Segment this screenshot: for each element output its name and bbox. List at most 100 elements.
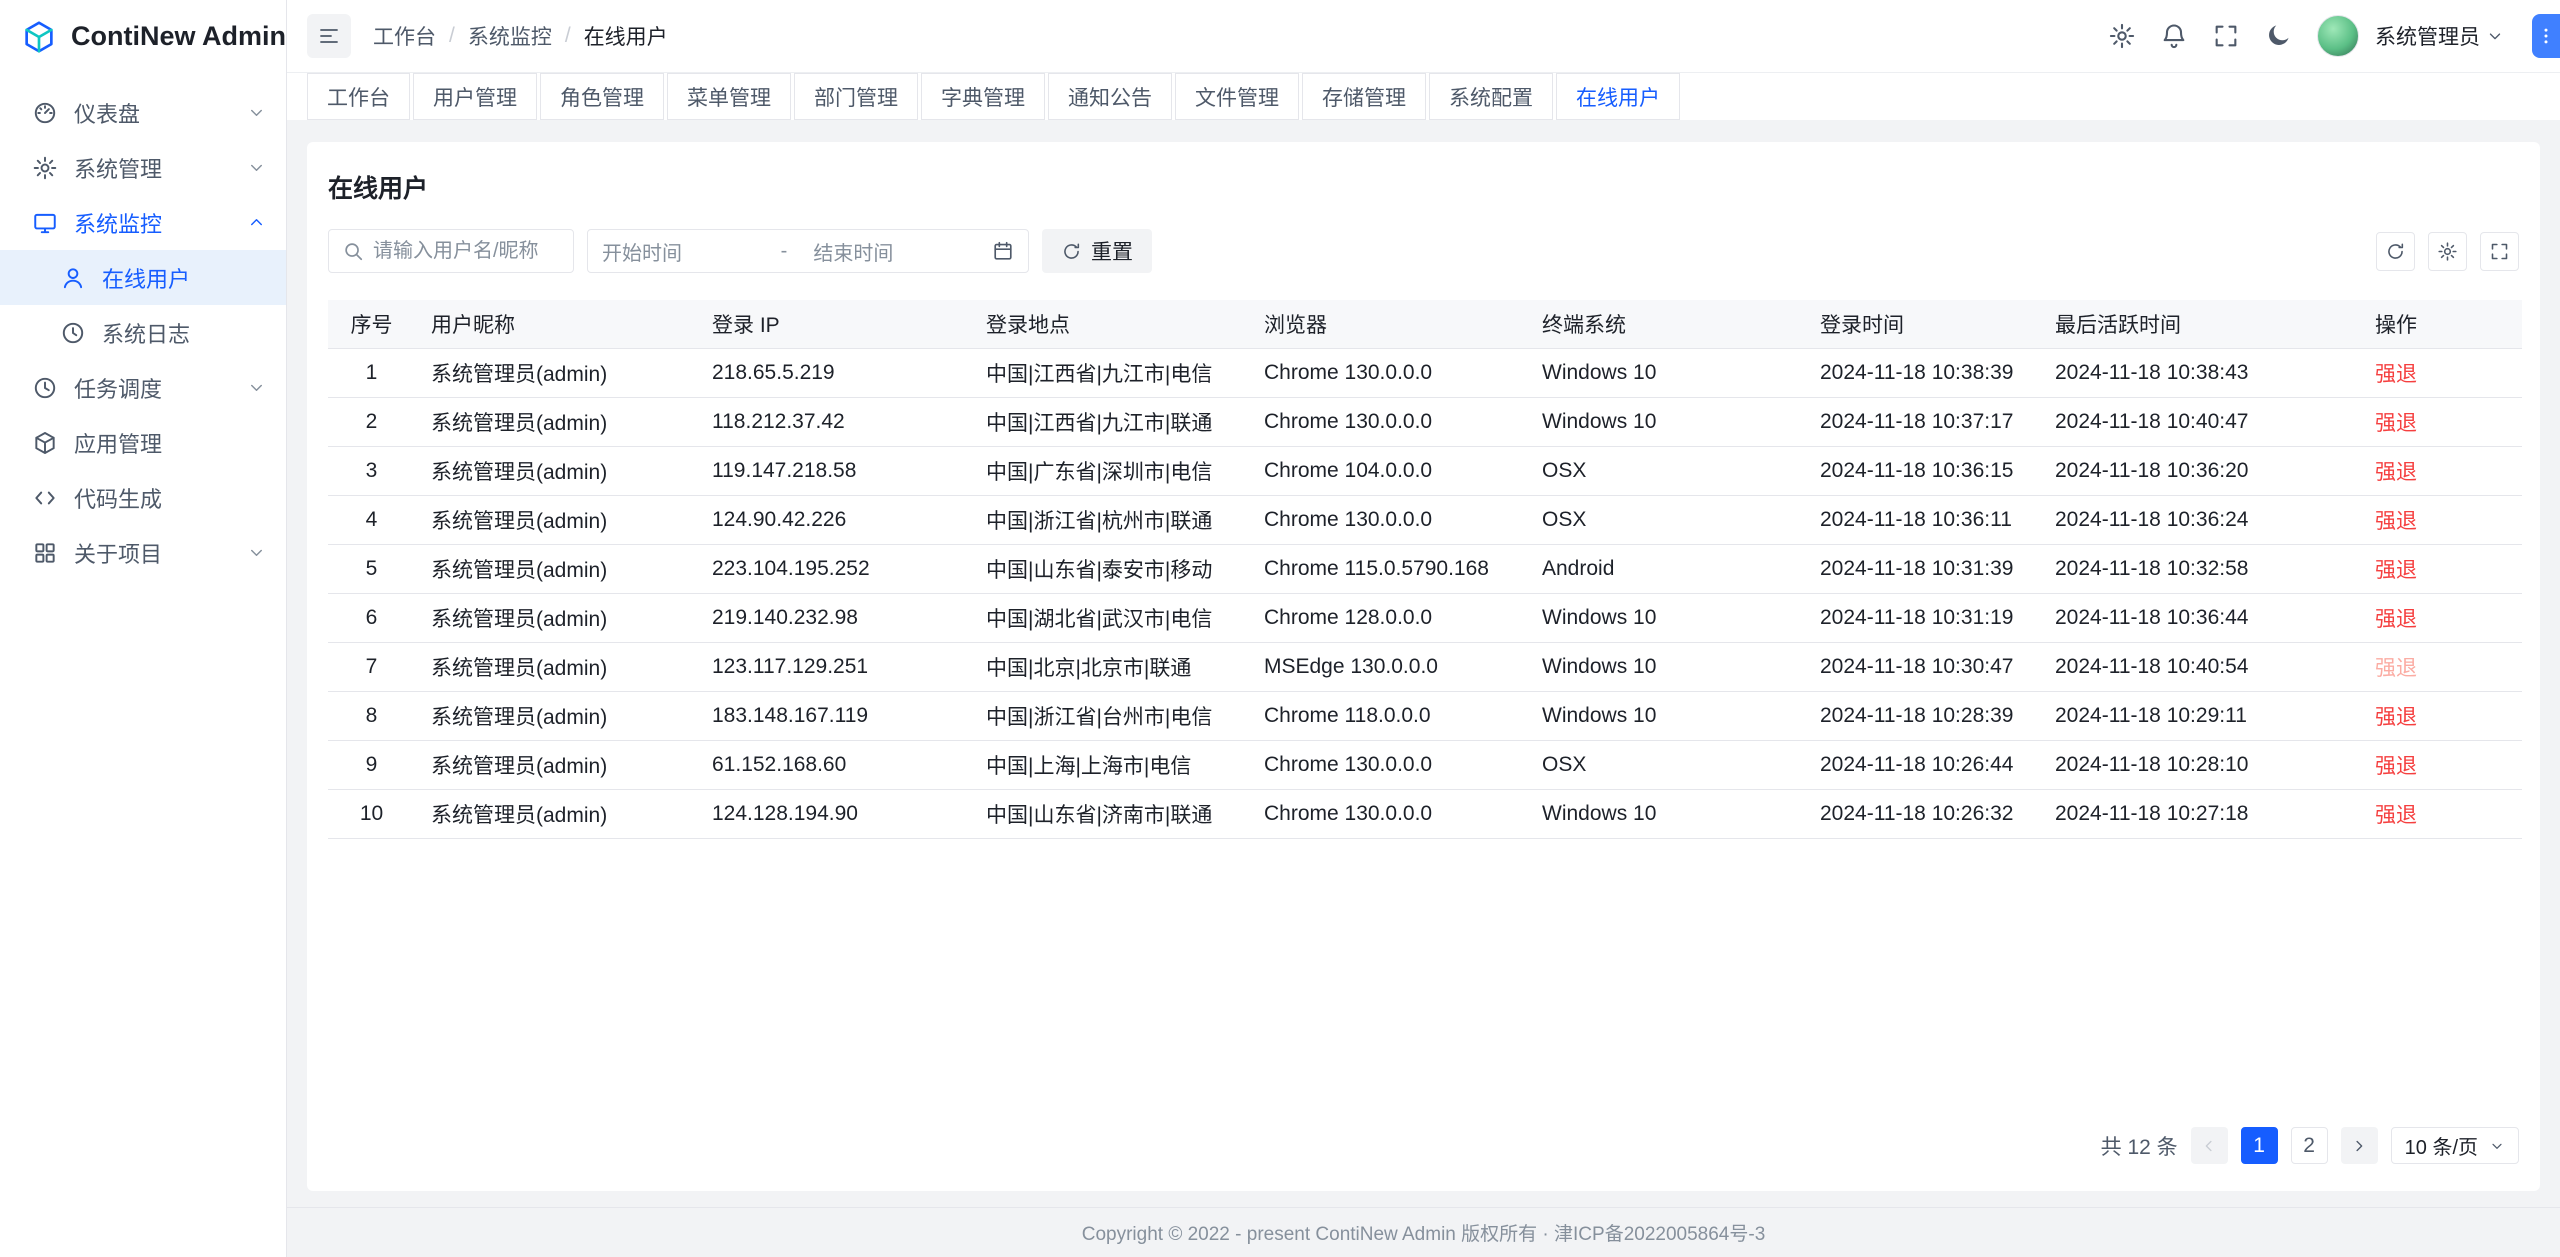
sidebar-collapse-button[interactable] bbox=[307, 14, 351, 58]
force-logout-link[interactable]: 强退 bbox=[2375, 510, 2417, 533]
pagination-next-button[interactable] bbox=[2341, 1127, 2378, 1164]
cell-os: Android bbox=[1526, 544, 1804, 593]
sidebar-item-system-management[interactable]: 系统管理 bbox=[0, 140, 286, 195]
dark-mode-button[interactable] bbox=[2255, 13, 2301, 59]
cell-os: OSX bbox=[1526, 740, 1804, 789]
cell-ip: 119.147.218.58 bbox=[696, 446, 970, 495]
sidebar-item-system-monitor[interactable]: 系统监控 bbox=[0, 195, 286, 250]
search-icon bbox=[342, 240, 364, 262]
monitor-icon bbox=[32, 210, 58, 236]
force-logout-link[interactable]: 强退 bbox=[2375, 461, 2417, 484]
fullscreen-icon bbox=[2212, 22, 2240, 50]
reset-button[interactable]: 重置 bbox=[1042, 229, 1152, 273]
user-menu[interactable]: 系统管理员 bbox=[2375, 21, 2504, 51]
fullscreen-icon bbox=[2489, 241, 2510, 262]
cell-browser: Chrome 130.0.0.0 bbox=[1248, 348, 1526, 397]
theme-settings-trigger[interactable] bbox=[2532, 14, 2560, 58]
search-input[interactable] bbox=[373, 240, 560, 263]
online-users-table: 序号用户昵称登录 IP登录地点浏览器终端系统登录时间最后活跃时间操作 1系统管理… bbox=[328, 300, 2522, 839]
chevron-down-icon bbox=[247, 158, 266, 177]
tab-item-10[interactable]: 在线用户 bbox=[1556, 73, 1680, 120]
sidebar-item-about-project[interactable]: 关于项目 bbox=[0, 525, 286, 580]
refresh-table-button[interactable] bbox=[2376, 232, 2415, 271]
column-header: 操作 bbox=[2359, 300, 2522, 348]
force-logout-link[interactable]: 强退 bbox=[2375, 363, 2417, 386]
fullscreen-button[interactable] bbox=[2203, 13, 2249, 59]
tab-item-2[interactable]: 角色管理 bbox=[540, 73, 664, 120]
cell-browser: Chrome 104.0.0.0 bbox=[1248, 446, 1526, 495]
cell-ip: 219.140.232.98 bbox=[696, 593, 970, 642]
breadcrumb-item-online-users: 在线用户 bbox=[584, 21, 668, 51]
pagination-pages: 12 bbox=[2241, 1127, 2328, 1164]
cell-os: Windows 10 bbox=[1526, 642, 1804, 691]
pagination-page-2[interactable]: 2 bbox=[2291, 1127, 2328, 1164]
force-logout-link[interactable]: 强退 bbox=[2375, 804, 2417, 827]
cell-nickname: 系统管理员(admin) bbox=[415, 642, 696, 691]
cell-ip: 218.65.5.219 bbox=[696, 348, 970, 397]
sidebar-item-app-management[interactable]: 应用管理 bbox=[0, 415, 286, 470]
cell-login_time: 2024-11-18 10:37:17 bbox=[1804, 397, 2039, 446]
force-logout-link[interactable]: 强退 bbox=[2375, 706, 2417, 729]
cell-nickname: 系统管理员(admin) bbox=[415, 593, 696, 642]
sidebar-item-online-users[interactable]: 在线用户 bbox=[0, 250, 286, 305]
dashboard-icon bbox=[32, 100, 58, 126]
cell-login_time: 2024-11-18 10:30:47 bbox=[1804, 642, 2039, 691]
column-header: 登录 IP bbox=[696, 300, 970, 348]
cell-no: 10 bbox=[328, 789, 415, 838]
refresh-icon bbox=[1061, 241, 1082, 262]
tab-item-5[interactable]: 字典管理 bbox=[921, 73, 1045, 120]
pagination-total: 共 12 条 bbox=[2101, 1131, 2178, 1161]
tab-item-6[interactable]: 通知公告 bbox=[1048, 73, 1172, 120]
date-range-picker[interactable]: 开始时间 - 结束时间 bbox=[587, 229, 1029, 273]
table-row: 4系统管理员(admin)124.90.42.226中国|浙江省|杭州市|联通C… bbox=[328, 495, 2522, 544]
avatar[interactable] bbox=[2317, 15, 2359, 57]
pagination-page-1[interactable]: 1 bbox=[2241, 1127, 2278, 1164]
force-logout-link[interactable]: 强退 bbox=[2375, 755, 2417, 778]
sidebar-item-label: 系统日志 bbox=[102, 317, 266, 349]
cell-last_active: 2024-11-18 10:28:10 bbox=[2039, 740, 2359, 789]
sidebar-item-code-generation[interactable]: 代码生成 bbox=[0, 470, 286, 525]
cell-action: 强退 bbox=[2359, 789, 2522, 838]
settings-button[interactable] bbox=[2099, 13, 2145, 59]
tab-item-1[interactable]: 用户管理 bbox=[413, 73, 537, 120]
tab-item-4[interactable]: 部门管理 bbox=[794, 73, 918, 120]
date-end-placeholder: 结束时间 bbox=[787, 237, 992, 266]
date-range-separator: - bbox=[781, 240, 788, 263]
cell-action: 强退 bbox=[2359, 348, 2522, 397]
tab-item-0[interactable]: 工作台 bbox=[307, 73, 410, 120]
sidebar-item-task-schedule[interactable]: 任务调度 bbox=[0, 360, 286, 415]
dots-vertical-icon bbox=[2536, 26, 2556, 46]
cell-action: 强退 bbox=[2359, 642, 2522, 691]
tab-item-3[interactable]: 菜单管理 bbox=[667, 73, 791, 120]
breadcrumb-item-workbench[interactable]: 工作台 bbox=[373, 21, 436, 51]
force-logout-link[interactable]: 强退 bbox=[2375, 559, 2417, 582]
tab-item-9[interactable]: 系统配置 bbox=[1429, 73, 1553, 120]
breadcrumb-item-system-monitor[interactable]: 系统监控 bbox=[468, 21, 552, 51]
cell-no: 7 bbox=[328, 642, 415, 691]
chevron-down-icon bbox=[247, 103, 266, 122]
logo[interactable]: ContiNew Admin bbox=[0, 0, 286, 73]
cell-browser: Chrome 130.0.0.0 bbox=[1248, 740, 1526, 789]
force-logout-link[interactable]: 强退 bbox=[2375, 608, 2417, 631]
sidebar-item-system-logs[interactable]: 系统日志 bbox=[0, 305, 286, 360]
tab-item-7[interactable]: 文件管理 bbox=[1175, 73, 1299, 120]
tab-item-8[interactable]: 存储管理 bbox=[1302, 73, 1426, 120]
breadcrumb-separator: / bbox=[449, 24, 455, 48]
table-row: 10系统管理员(admin)124.128.194.90中国|山东省|济南市|联… bbox=[328, 789, 2522, 838]
column-header: 终端系统 bbox=[1526, 300, 1804, 348]
force-logout-link[interactable]: 强退 bbox=[2375, 412, 2417, 435]
cell-ip: 223.104.195.252 bbox=[696, 544, 970, 593]
page-size-select[interactable]: 10 条/页 bbox=[2391, 1127, 2519, 1164]
gear-icon bbox=[2437, 241, 2458, 262]
cell-browser: Chrome 128.0.0.0 bbox=[1248, 593, 1526, 642]
table-fullscreen-button[interactable] bbox=[2480, 232, 2519, 271]
column-settings-button[interactable] bbox=[2428, 232, 2467, 271]
cell-action: 强退 bbox=[2359, 593, 2522, 642]
pagination-prev-button[interactable] bbox=[2191, 1127, 2228, 1164]
notifications-button[interactable] bbox=[2151, 13, 2197, 59]
sidebar-item-dashboard[interactable]: 仪表盘 bbox=[0, 85, 286, 140]
cell-os: Windows 10 bbox=[1526, 691, 1804, 740]
cell-ip: 124.128.194.90 bbox=[696, 789, 970, 838]
cell-login_time: 2024-11-18 10:31:19 bbox=[1804, 593, 2039, 642]
cell-last_active: 2024-11-18 10:36:24 bbox=[2039, 495, 2359, 544]
